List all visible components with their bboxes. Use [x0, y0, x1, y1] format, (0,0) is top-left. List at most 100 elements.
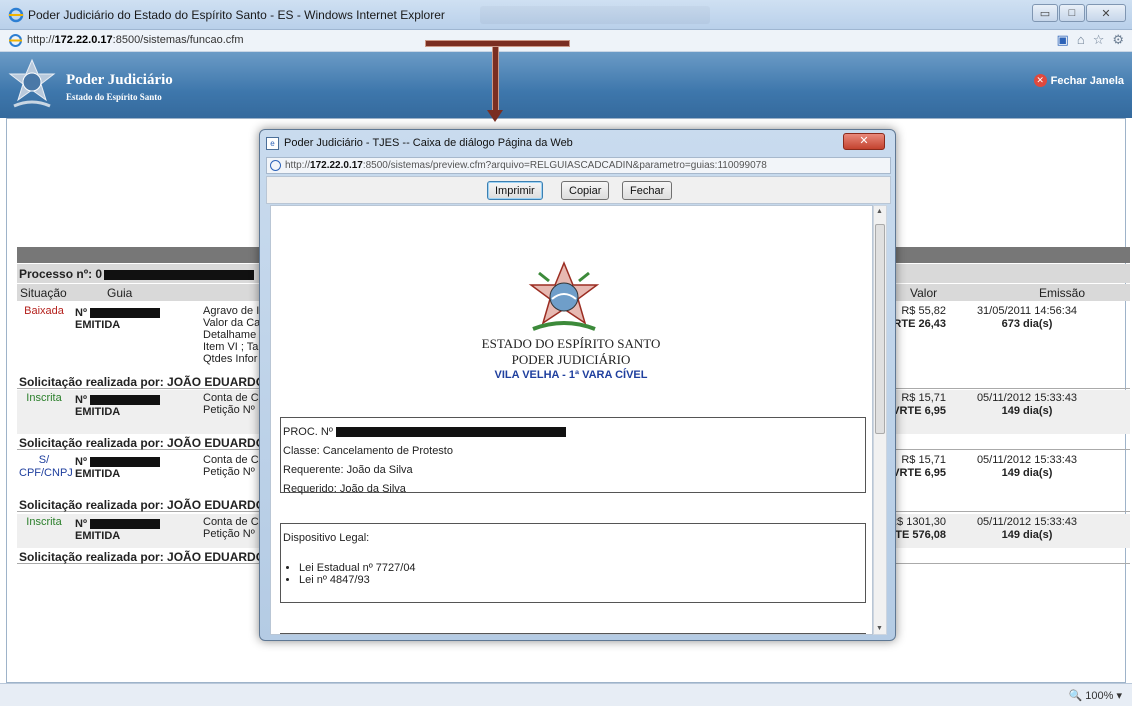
row-description: Conta de C Petição Nº — [203, 454, 259, 478]
process-number-prefix: 0 — [95, 267, 103, 281]
window-title: Poder Judiciário do Estado do Espírito S… — [28, 8, 445, 22]
close-icon: ✕ — [1033, 74, 1047, 87]
valor-amount: R$ 15,71 — [901, 392, 946, 404]
row-emission: 05/11/2012 15:33:43 149 dia(s) — [952, 392, 1102, 418]
url-path: :8500/sistemas/funcao.cfm — [112, 34, 244, 46]
web-page-dialog: e Poder Judiciário - TJES -- Caixa de di… — [259, 129, 896, 641]
dialog-toolbar: Imprimir Copiar Fechar — [266, 176, 891, 204]
guia-number: Nº EMITIDA — [75, 394, 161, 418]
status-inscrita: Inscrita — [26, 516, 62, 528]
redacted-guia — [90, 395, 161, 406]
status-line: S/ — [38, 454, 50, 466]
row-value: R$ 15,71 VRTE 6,95 — [892, 454, 946, 480]
guia-prefix: Nº — [75, 518, 87, 530]
desc-line: Petição Nº — [203, 528, 255, 540]
app-header: Poder Judiciário Estado do Espírito Sant… — [0, 52, 1132, 118]
row-emission: 31/05/2011 14:56:34 673 dia(s) — [952, 305, 1102, 331]
print-button[interactable]: Imprimir — [487, 181, 543, 200]
browser-titlebar: Poder Judiciário do Estado do Espírito S… — [0, 0, 1132, 30]
app-title: Poder Judiciário — [66, 72, 173, 88]
guia-status: EMITIDA — [75, 468, 121, 480]
background-window-tab — [480, 6, 710, 24]
scroll-down-icon[interactable]: ▼ — [876, 625, 883, 632]
desc-line: Petição Nº — [203, 404, 255, 416]
legal-provision-box: Dispositivo Legal: Lei Estadual nº 7727/… — [280, 523, 866, 603]
proc-label: PROC. Nº — [283, 426, 333, 438]
address-url[interactable]: http://172.22.0.17:8500/sistemas/funcao.… — [27, 34, 244, 46]
status-baixada: Baixada — [24, 305, 64, 317]
url-prefix: http:// — [27, 34, 55, 46]
status-line: CPF/CNPJ — [19, 467, 73, 479]
close-dialog-button[interactable]: Fechar — [622, 181, 673, 200]
minimize-button[interactable]: ▭ — [1032, 4, 1058, 22]
copy-button[interactable]: Copiar — [561, 181, 610, 200]
close-window-button[interactable]: ✕ — [1086, 4, 1126, 22]
proc-requerido: Requerido: João da Silva — [283, 483, 406, 495]
law-list: Lei Estadual nº 7727/04 Lei nº 4847/93 — [299, 562, 863, 586]
column-valor: Valor — [910, 286, 938, 300]
state-crest-icon — [528, 261, 600, 331]
guia-status: EMITIDA — [75, 319, 121, 331]
row-description: Agravo de I Valor da Ca Detalhame Item V… — [203, 305, 260, 365]
row-description: Conta de C Petição Nº — [203, 392, 259, 416]
zoom-control[interactable]: 🔍 100% ▾ — [1069, 689, 1122, 702]
guia-status: EMITIDA — [75, 406, 121, 418]
emission-date: 05/11/2012 15:33:43 — [976, 454, 1078, 466]
desc-line: Qtdes Infor — [203, 353, 258, 365]
proc-requerente: Requerente: João da Silva — [283, 464, 413, 476]
redacted-process-number — [104, 269, 255, 280]
scroll-up-icon[interactable]: ▲ — [876, 208, 883, 215]
desc-line: Conta de C — [203, 392, 259, 404]
close-window-link[interactable]: ✕ Fechar Janela — [1033, 74, 1124, 87]
annotation-arrowhead — [487, 110, 503, 122]
document-preview: ESTADO DO ESPÍRITO SANTO PODER JUDICIÁRI… — [270, 205, 873, 635]
dialog-title: Poder Judiciário - TJES -- Caixa de diál… — [284, 137, 573, 149]
law-item: Lei Estadual nº 7727/04 — [299, 562, 863, 574]
emission-days: 673 dia(s) — [1001, 318, 1053, 330]
valor-vrte: VRTE 6,95 — [892, 405, 946, 417]
dialog-close-button[interactable]: ✕ — [843, 133, 885, 150]
dialog-url-path: :8500/sistemas/preview.cfm?arquivo=RELGU… — [362, 160, 767, 171]
status-bar: 🔍 100% ▾ — [0, 683, 1132, 706]
home-icon[interactable]: ⌂ — [1077, 32, 1085, 48]
dialog-page-icon: e — [266, 137, 279, 150]
annotation-stem — [492, 46, 499, 112]
document-scrollbar[interactable]: ▲ ▼ — [873, 205, 887, 635]
favorites-star-icon[interactable]: ☆ — [1093, 32, 1105, 48]
emission-days: 149 dia(s) — [1001, 405, 1053, 417]
doc-court: VILA VELHA - 1ª VARA CÍVEL — [494, 369, 648, 381]
state-emblem-icon — [8, 58, 56, 108]
internet-explorer-icon — [8, 7, 24, 23]
guia-prefix: Nº — [75, 307, 87, 319]
scroll-thumb[interactable] — [875, 224, 885, 434]
status-sem-cpf: S/CPF/CNPJ — [19, 454, 73, 480]
row-value: R$ 15,71 VRTE 6,95 — [892, 392, 946, 418]
emission-date: 31/05/2011 14:56:34 — [976, 305, 1078, 317]
guia-number: Nº EMITIDA — [75, 307, 161, 331]
emission-date: 05/11/2012 15:33:43 — [976, 516, 1078, 528]
desc-line: Item VI ; Ta — [203, 341, 259, 353]
guia-number: Nº EMITIDA — [75, 456, 161, 480]
column-situacao: Situação — [20, 286, 67, 300]
browser-tools: ▣ ⌂ ☆ ⚙ — [1057, 32, 1124, 48]
globe-icon — [270, 160, 281, 171]
legal-label: Dispositivo Legal: — [283, 532, 370, 544]
valor-amount: R$ 15,71 — [901, 454, 946, 466]
next-section-box — [280, 633, 866, 634]
row-description: Conta de C Petição Nº — [203, 516, 259, 540]
column-guia: Guia — [107, 286, 133, 300]
column-emissao: Emissão — [1039, 286, 1086, 300]
proc-number: PROC. Nº — [283, 423, 863, 442]
compat-view-icon[interactable]: ▣ — [1057, 32, 1069, 48]
page-icon — [9, 34, 22, 47]
desc-line: Detalhame — [203, 329, 257, 341]
valor-vrte: VRTE 6,95 — [892, 467, 946, 479]
close-window-label: Fechar Janela — [1050, 74, 1124, 87]
desc-line: Valor da Ca — [203, 317, 261, 329]
desc-line: Agravo de I — [203, 305, 260, 317]
emission-date: 05/11/2012 15:33:43 — [976, 392, 1078, 404]
process-info-box: PROC. Nº Classe: Cancelamento de Protest… — [280, 417, 866, 495]
proc-classe: Classe: Cancelamento de Protesto — [283, 445, 453, 457]
settings-gear-icon[interactable]: ⚙ — [1112, 32, 1124, 48]
maximize-button[interactable]: □ — [1059, 4, 1085, 22]
